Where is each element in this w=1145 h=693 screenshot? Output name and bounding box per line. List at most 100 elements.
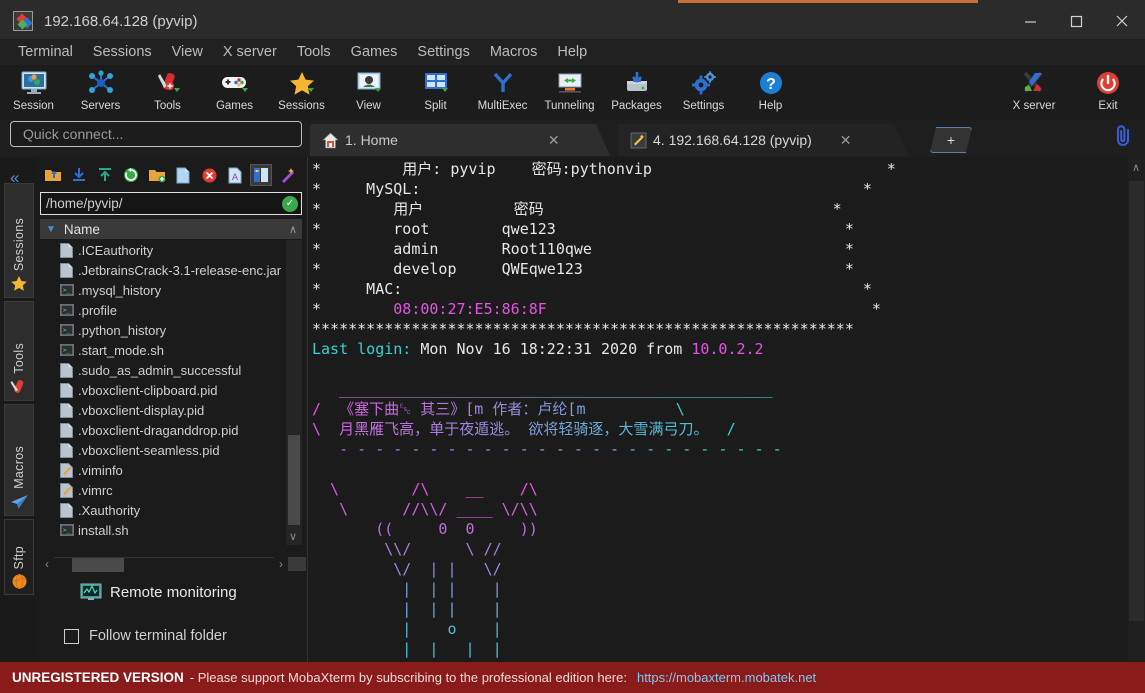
terminal-scroll-up-icon[interactable]: ∧ — [1132, 161, 1140, 174]
hscroll-left-icon[interactable]: ‹ — [40, 557, 54, 571]
tab-close-ssh-session[interactable]: ✕ — [840, 132, 852, 149]
file-list-header[interactable]: ▼ Name ∧ — [40, 219, 302, 239]
mobaxterm-link[interactable]: https://mobaxterm.mobatek.net — [637, 670, 816, 685]
path-ok-icon[interactable]: ✓ — [282, 195, 298, 212]
file-list-item[interactable]: >_ .start_mode.sh — [40, 340, 286, 360]
toolbar-button-tunneling[interactable]: Tunneling — [536, 68, 603, 112]
terminal-text: _ — [366, 380, 376, 398]
scroll-up-icon[interactable]: ∧ — [289, 223, 297, 236]
download-icon[interactable] — [68, 164, 90, 186]
rail-label-sessions: Sessions — [12, 217, 26, 271]
main-toolbar: Session Servers Tools Games Sessions Vie… — [0, 65, 1145, 120]
maximize-button[interactable] — [1053, 3, 1099, 39]
file-list-item[interactable]: .vboxclient-clipboard.pid — [40, 380, 286, 400]
scroll-down-icon[interactable]: ∨ — [289, 530, 297, 543]
follow-terminal-folder-row[interactable]: Follow terminal folder — [64, 628, 227, 644]
new-folder-icon[interactable] — [146, 164, 168, 186]
menu-item-help[interactable]: Help — [547, 42, 597, 62]
file-name: .profile — [78, 302, 118, 318]
file-list-item[interactable]: .vboxclient-draganddrop.pid — [40, 420, 286, 440]
quick-connect-input[interactable]: Quick connect... — [10, 121, 302, 147]
sort-caret-icon[interactable]: ▼ — [46, 224, 56, 235]
new-file-icon[interactable] — [172, 164, 194, 186]
rename-icon[interactable]: A — [224, 164, 246, 186]
collapse-panel-icon[interactable]: « — [10, 168, 19, 188]
toolbar-button-sessions[interactable]: Sessions — [268, 68, 335, 112]
file-list-item[interactable]: >_ .mysql_history — [40, 280, 286, 300]
delete-icon[interactable] — [198, 164, 220, 186]
toolbar-button-view[interactable]: View — [335, 68, 402, 112]
file-list-item[interactable]: .sudo_as_admin_successful — [40, 360, 286, 380]
terminal-scrollbar[interactable]: ∧ — [1128, 157, 1145, 662]
toolbar-button-multiexec[interactable]: MultiExec — [469, 68, 536, 112]
toolbar-button-servers[interactable]: Servers — [67, 68, 134, 112]
terminal-scrollbar-thumb[interactable] — [1129, 181, 1144, 621]
toolbar-button-settings[interactable]: Settings — [670, 68, 737, 112]
hscroll-track[interactable] — [54, 557, 274, 572]
menu-item-x-server[interactable]: X server — [213, 42, 287, 62]
hscroll-right-icon[interactable]: › — [274, 557, 288, 571]
tab-home[interactable]: 1. Home ✕ — [310, 124, 610, 156]
refresh-icon[interactable] — [120, 164, 142, 186]
terminal-output[interactable]: * 用户: pyvip 密码:pythonvip * * MySQL: * * 用户… — [308, 157, 1128, 662]
terminal-text: \ — [675, 400, 685, 418]
tab-ssh-session[interactable]: 4. 192.168.64.128 (pyvip) ✕ — [618, 124, 908, 156]
upload-icon[interactable] — [94, 164, 116, 186]
toolbar-button-split[interactable]: Split — [402, 68, 469, 112]
menu-item-view[interactable]: View — [162, 42, 213, 62]
file-list-item[interactable]: >_ install.sh — [40, 520, 286, 540]
terminal-text: _ — [646, 380, 656, 398]
terminal-text: MySQL: — [321, 180, 421, 198]
toolbar-button-exit[interactable]: Exit — [1071, 68, 1145, 112]
toolbar-button-session[interactable]: Session — [0, 68, 67, 112]
paperclip-icon[interactable] — [1112, 124, 1134, 148]
file-list-item[interactable]: .viminfo — [40, 460, 286, 480]
rail-tab-tools[interactable]: Tools — [4, 301, 34, 401]
terminal-text: * — [582, 260, 854, 278]
close-button[interactable] — [1099, 3, 1145, 39]
session-monitor-icon — [20, 68, 48, 98]
rail-tab-sessions[interactable]: Sessions — [4, 183, 34, 298]
rail-tab-macros[interactable]: Macros — [4, 404, 34, 516]
remote-monitoring-button[interactable]: Remote monitoring — [80, 583, 237, 602]
file-list-item[interactable]: .vboxclient-display.pid — [40, 400, 286, 420]
menu-item-settings[interactable]: Settings — [407, 42, 479, 62]
rail-tab-sftp[interactable]: Sftp — [4, 519, 34, 595]
file-list-item[interactable]: >_ .profile — [40, 300, 286, 320]
toolbar-button-help[interactable]: ? Help — [737, 68, 804, 112]
terminal-text: * — [543, 200, 842, 218]
file-list-item[interactable]: .JetbrainsCrack-3.1-release-enc.jar — [40, 260, 286, 280]
new-tab-button[interactable]: + — [930, 127, 972, 153]
terminal-text: [ — [465, 400, 475, 418]
toolbar-button-x-server[interactable]: X server — [997, 68, 1071, 112]
path-bar[interactable]: /home/pyvip/ ✓ — [40, 192, 302, 215]
view-toggle-icon[interactable] — [250, 164, 272, 186]
menu-item-terminal[interactable]: Terminal — [8, 42, 83, 62]
scrollbar-thumb[interactable] — [288, 435, 300, 525]
file-list-scrollbar[interactable]: ∨ — [286, 240, 302, 545]
file-list-item[interactable]: >_ .python_history — [40, 320, 286, 340]
menu-item-sessions[interactable]: Sessions — [83, 42, 162, 62]
menu-item-macros[interactable]: Macros — [480, 42, 548, 62]
file-list-item[interactable]: .ICEauthority — [40, 240, 286, 260]
file-list-item[interactable]: .Xauthority — [40, 500, 286, 520]
hscroll-thumb[interactable] — [72, 558, 124, 572]
file-list-item[interactable]: .vimrc — [40, 480, 286, 500]
terminal-text: _ — [591, 380, 601, 398]
toolbar-button-packages[interactable]: Packages — [603, 68, 670, 112]
terminal-text: _ — [736, 380, 746, 398]
parent-folder-icon[interactable] — [42, 164, 64, 186]
magic-wand-icon[interactable] — [276, 164, 298, 186]
file-list-hscrollbar[interactable]: ‹ › — [40, 554, 306, 574]
file-list-item[interactable]: .vboxclient-seamless.pid — [40, 440, 286, 460]
terminal-line: * root qwe123 * — [312, 219, 1128, 239]
menu-item-tools[interactable]: Tools — [287, 42, 341, 62]
script-file-icon: >_ — [60, 283, 74, 298]
follow-terminal-folder-checkbox[interactable] — [64, 628, 79, 644]
toolbar-button-games[interactable]: Games — [201, 68, 268, 112]
toolbar-button-tools[interactable]: Tools — [134, 68, 201, 112]
minimize-button[interactable] — [1007, 3, 1053, 39]
tab-close-home[interactable]: ✕ — [548, 132, 560, 149]
menu-item-games[interactable]: Games — [341, 42, 408, 62]
